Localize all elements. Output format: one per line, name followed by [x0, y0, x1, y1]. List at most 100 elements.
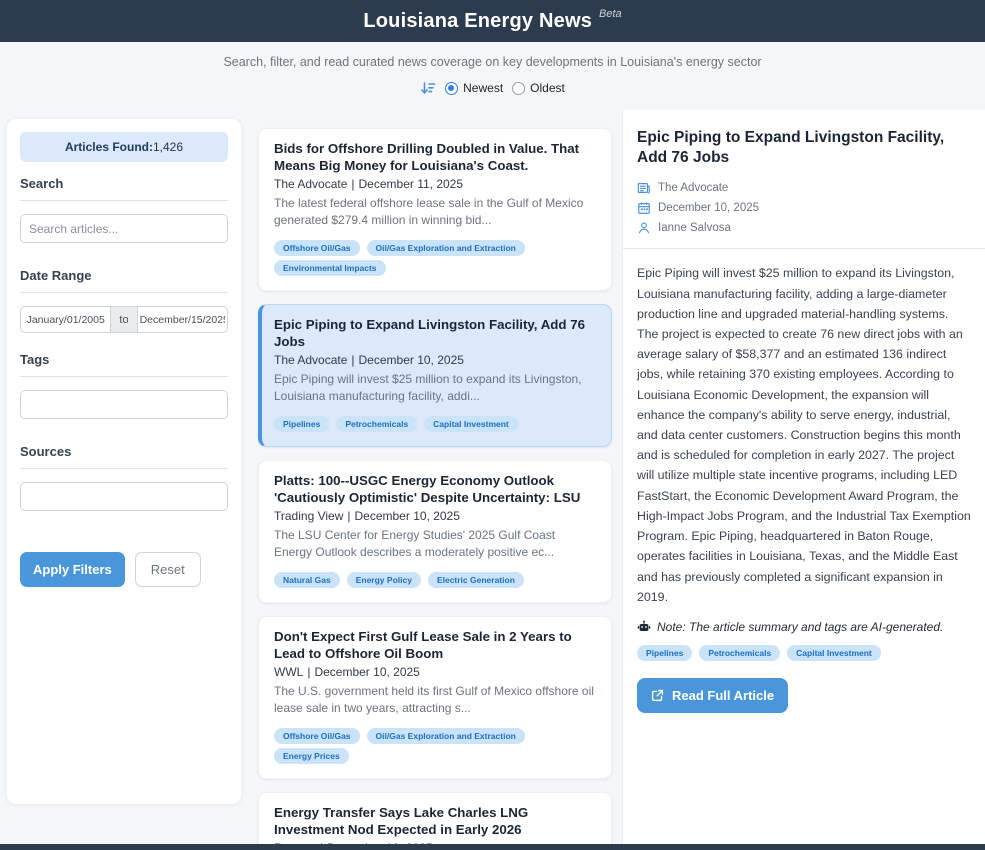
app-title: Louisiana Energy News — [363, 10, 592, 33]
sources-heading: Sources — [20, 444, 228, 459]
tag-pill: Offshore Oil/Gas — [274, 240, 360, 256]
tag-pill: Capital Investment — [424, 416, 518, 432]
tag-pill: Natural Gas — [274, 572, 340, 588]
article-card-source-line: The Advocate | December 11, 2025 — [274, 177, 596, 191]
source-date-separator: | — [347, 509, 350, 523]
article-card-tags: Offshore Oil/Gas Oil/Gas Exploration and … — [274, 726, 596, 766]
apply-filters-button[interactable]: Apply Filters — [20, 552, 125, 587]
article-card-date: December 10, 2025 — [359, 353, 464, 367]
tag-pill: Capital Investment — [787, 645, 881, 661]
reset-button[interactable]: Reset — [135, 552, 201, 587]
search-input[interactable] — [20, 214, 228, 243]
articles-found-count: 1,426 — [153, 140, 183, 154]
article-card[interactable]: Don't Expect First Gulf Lease Sale in 2 … — [258, 616, 612, 779]
article-card-date: December 10, 2025 — [355, 509, 460, 523]
radio-newest[interactable] — [445, 82, 458, 95]
article-card-title: Don't Expect First Gulf Lease Sale in 2 … — [274, 628, 596, 662]
article-card-excerpt: Epic Piping will invest $25 million to e… — [274, 371, 596, 405]
divider — [623, 248, 985, 249]
article-card[interactable]: Epic Piping to Expand Livingston Facilit… — [258, 304, 612, 447]
footer-bar — [0, 844, 985, 850]
tag-pill: Energy Policy — [347, 572, 421, 588]
tag-pill: Petrochemicals — [336, 416, 417, 432]
date-to-input[interactable] — [138, 306, 228, 333]
date-range-heading: Date Range — [20, 268, 228, 283]
detail-tags: PipelinesPetrochemicalsCapital Investmen… — [637, 643, 971, 663]
detail-date-row: December 10, 2025 — [637, 201, 971, 215]
tags-input[interactable] — [20, 390, 228, 419]
article-card-excerpt: The latest federal offshore lease sale i… — [274, 195, 596, 229]
divider — [20, 468, 228, 469]
read-full-article-label: Read Full Article — [672, 688, 774, 703]
article-card-excerpt: The U.S. government held its first Gulf … — [274, 683, 596, 717]
tag-pill: Oil/Gas Exploration and Extraction — [367, 240, 525, 256]
calendar-icon — [637, 201, 651, 215]
detail-source-row: The Advocate — [637, 181, 971, 195]
article-card-source: WWL — [274, 665, 303, 679]
radio-oldest[interactable] — [512, 82, 525, 95]
article-card-tags: Pipelines Petrochemicals Capital Investmen… — [274, 414, 596, 434]
article-card-source-line: Trading View|December 10, 2025 — [274, 509, 596, 523]
article-card-tags: Offshore Oil/Gas Oil/Gas Exploration and … — [274, 238, 596, 278]
article-card-title: Bids for Offshore Drilling Doubled in Va… — [274, 140, 596, 174]
tag-pill: Environmental Impacts — [274, 260, 386, 276]
article-card-source-line: WWL | December 10, 2025 — [274, 665, 596, 679]
article-card-date: December 10, 2025 — [314, 665, 419, 679]
tag-pill: Electric Generation — [428, 572, 524, 588]
person-icon — [637, 221, 651, 235]
tag-pill: Oil/Gas Exploration and Extraction — [367, 728, 525, 744]
search-heading: Search — [20, 176, 228, 191]
articles-found-badge: Articles Found:1,426 — [20, 132, 228, 162]
app-header: Louisiana Energy News Beta — [0, 0, 985, 42]
main-content: Articles Found:1,426 Search Date Range t… — [0, 110, 985, 850]
filter-buttons: Apply Filters Reset — [20, 552, 228, 587]
article-card-date: December 11, 2025 — [359, 177, 464, 191]
sort-descending-icon — [420, 80, 436, 96]
sort-controls: Newest Oldest — [0, 80, 985, 96]
divider — [20, 292, 228, 293]
detail-title: Epic Piping to Expand Livingston Facilit… — [637, 128, 971, 168]
sources-input[interactable] — [20, 482, 228, 511]
app-subtitle: Search, filter, and read curated news co… — [0, 55, 985, 69]
beta-badge: Beta — [599, 8, 622, 20]
article-card-source: The Advocate — [274, 353, 347, 367]
article-card-excerpt: The LSU Center for Energy Studies' 2025 … — [274, 527, 596, 561]
article-card-title: Epic Piping to Expand Livingston Facilit… — [274, 316, 596, 350]
tag-pill: Offshore Oil/Gas — [274, 728, 360, 744]
article-card-title: Energy Transfer Says Lake Charles LNG In… — [274, 804, 596, 838]
robot-icon — [637, 620, 651, 634]
divider — [20, 200, 228, 201]
date-range-group: to — [20, 306, 228, 333]
source-date-separator: | — [307, 665, 310, 679]
tag-pill: Energy Prices — [274, 748, 349, 764]
article-card-title: Platts: 100--USGC Energy Economy Outlook… — [274, 472, 596, 506]
detail-author-row: Ianne Salvosa — [637, 221, 971, 235]
read-full-article-button[interactable]: Read Full Article — [637, 678, 788, 713]
article-card-source-line: The Advocate | December 10, 2025 — [274, 353, 596, 367]
source-date-separator: | — [351, 353, 354, 367]
tag-pill: Pipelines — [274, 416, 329, 432]
article-list[interactable]: Bids for Offshore Drilling Doubled in Va… — [250, 110, 622, 850]
sort-option-newest[interactable]: Newest — [445, 81, 503, 95]
detail-date: December 10, 2025 — [658, 202, 759, 214]
tag-pill: Pipelines — [637, 645, 692, 661]
tags-heading: Tags — [20, 352, 228, 367]
ai-note: Note: The article summary and tags are A… — [637, 620, 971, 634]
date-from-input[interactable] — [20, 306, 110, 333]
articles-found-label: Articles Found: — [65, 140, 153, 154]
external-link-icon — [651, 689, 664, 702]
article-card[interactable]: Platts: 100--USGC Energy Economy Outlook… — [258, 460, 612, 603]
article-card-source: The Advocate — [274, 177, 347, 191]
article-card[interactable]: Bids for Offshore Drilling Doubled in Va… — [258, 128, 612, 291]
article-detail-panel: Epic Piping to Expand Livingston Facilit… — [622, 110, 985, 850]
detail-source: The Advocate — [658, 182, 728, 194]
sort-oldest-label: Oldest — [530, 81, 565, 95]
newspaper-icon — [637, 181, 651, 195]
article-card[interactable]: Energy Transfer Says Lake Charles LNG In… — [258, 792, 612, 850]
source-date-separator: | — [351, 177, 354, 191]
sort-option-oldest[interactable]: Oldest — [512, 81, 565, 95]
date-to-label: to — [110, 306, 137, 333]
ai-note-text: Note: The article summary and tags are A… — [657, 620, 943, 634]
article-card-tags: Natural Gas Energy Policy Electric Generat… — [274, 570, 596, 590]
filters-sidebar: Articles Found:1,426 Search Date Range t… — [6, 118, 242, 805]
